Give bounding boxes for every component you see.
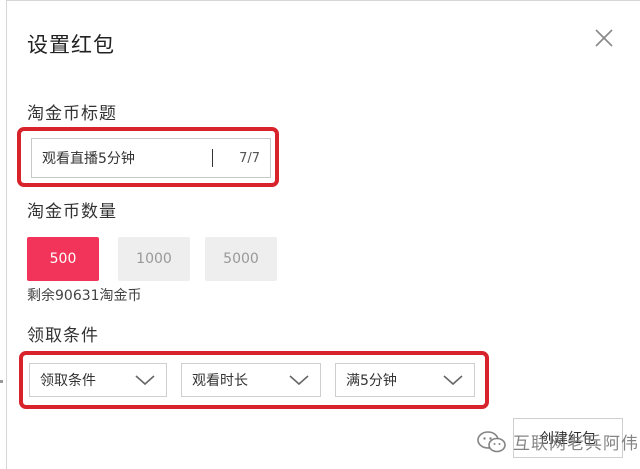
chevron-down-icon [443, 375, 463, 386]
amount-section-label: 淘金币数量 [27, 202, 117, 222]
wechat-icon [477, 430, 506, 452]
condition-section-label: 领取条件 [27, 326, 99, 346]
text-caret [212, 149, 213, 167]
condition-metric-value: 观看时长 [192, 373, 248, 389]
amount-option-500[interactable]: 500 [27, 237, 99, 281]
char-counter: 7/7 [239, 150, 260, 166]
condition-type-select[interactable]: 领取条件 [29, 363, 167, 397]
title-input[interactable] [42, 150, 216, 166]
condition-type-value: 领取条件 [40, 373, 96, 389]
watermark-text: 互联网老兵阿伟 [513, 434, 639, 454]
chevron-down-icon [135, 375, 155, 386]
chevron-down-icon [289, 375, 309, 386]
close-icon[interactable] [593, 27, 615, 49]
dialog-title: 设置红包 [27, 33, 115, 57]
condition-threshold-value: 满5分钟 [346, 373, 397, 389]
watermark: 互联网老兵阿伟 [477, 429, 639, 454]
set-red-packet-dialog: 设置红包 淘金币标题 7/7 淘金币数量 500 1000 5000 剩余906… [6, 0, 640, 469]
condition-metric-select[interactable]: 观看时长 [181, 363, 321, 397]
title-section-label: 淘金币标题 [27, 104, 117, 124]
title-input-wrapper: 7/7 [31, 138, 271, 178]
condition-threshold-select[interactable]: 满5分钟 [335, 363, 475, 397]
remaining-coins: 剩余90631淘金币 [27, 288, 142, 304]
amount-option-1000[interactable]: 1000 [118, 237, 190, 281]
amount-option-5000[interactable]: 5000 [205, 237, 277, 281]
